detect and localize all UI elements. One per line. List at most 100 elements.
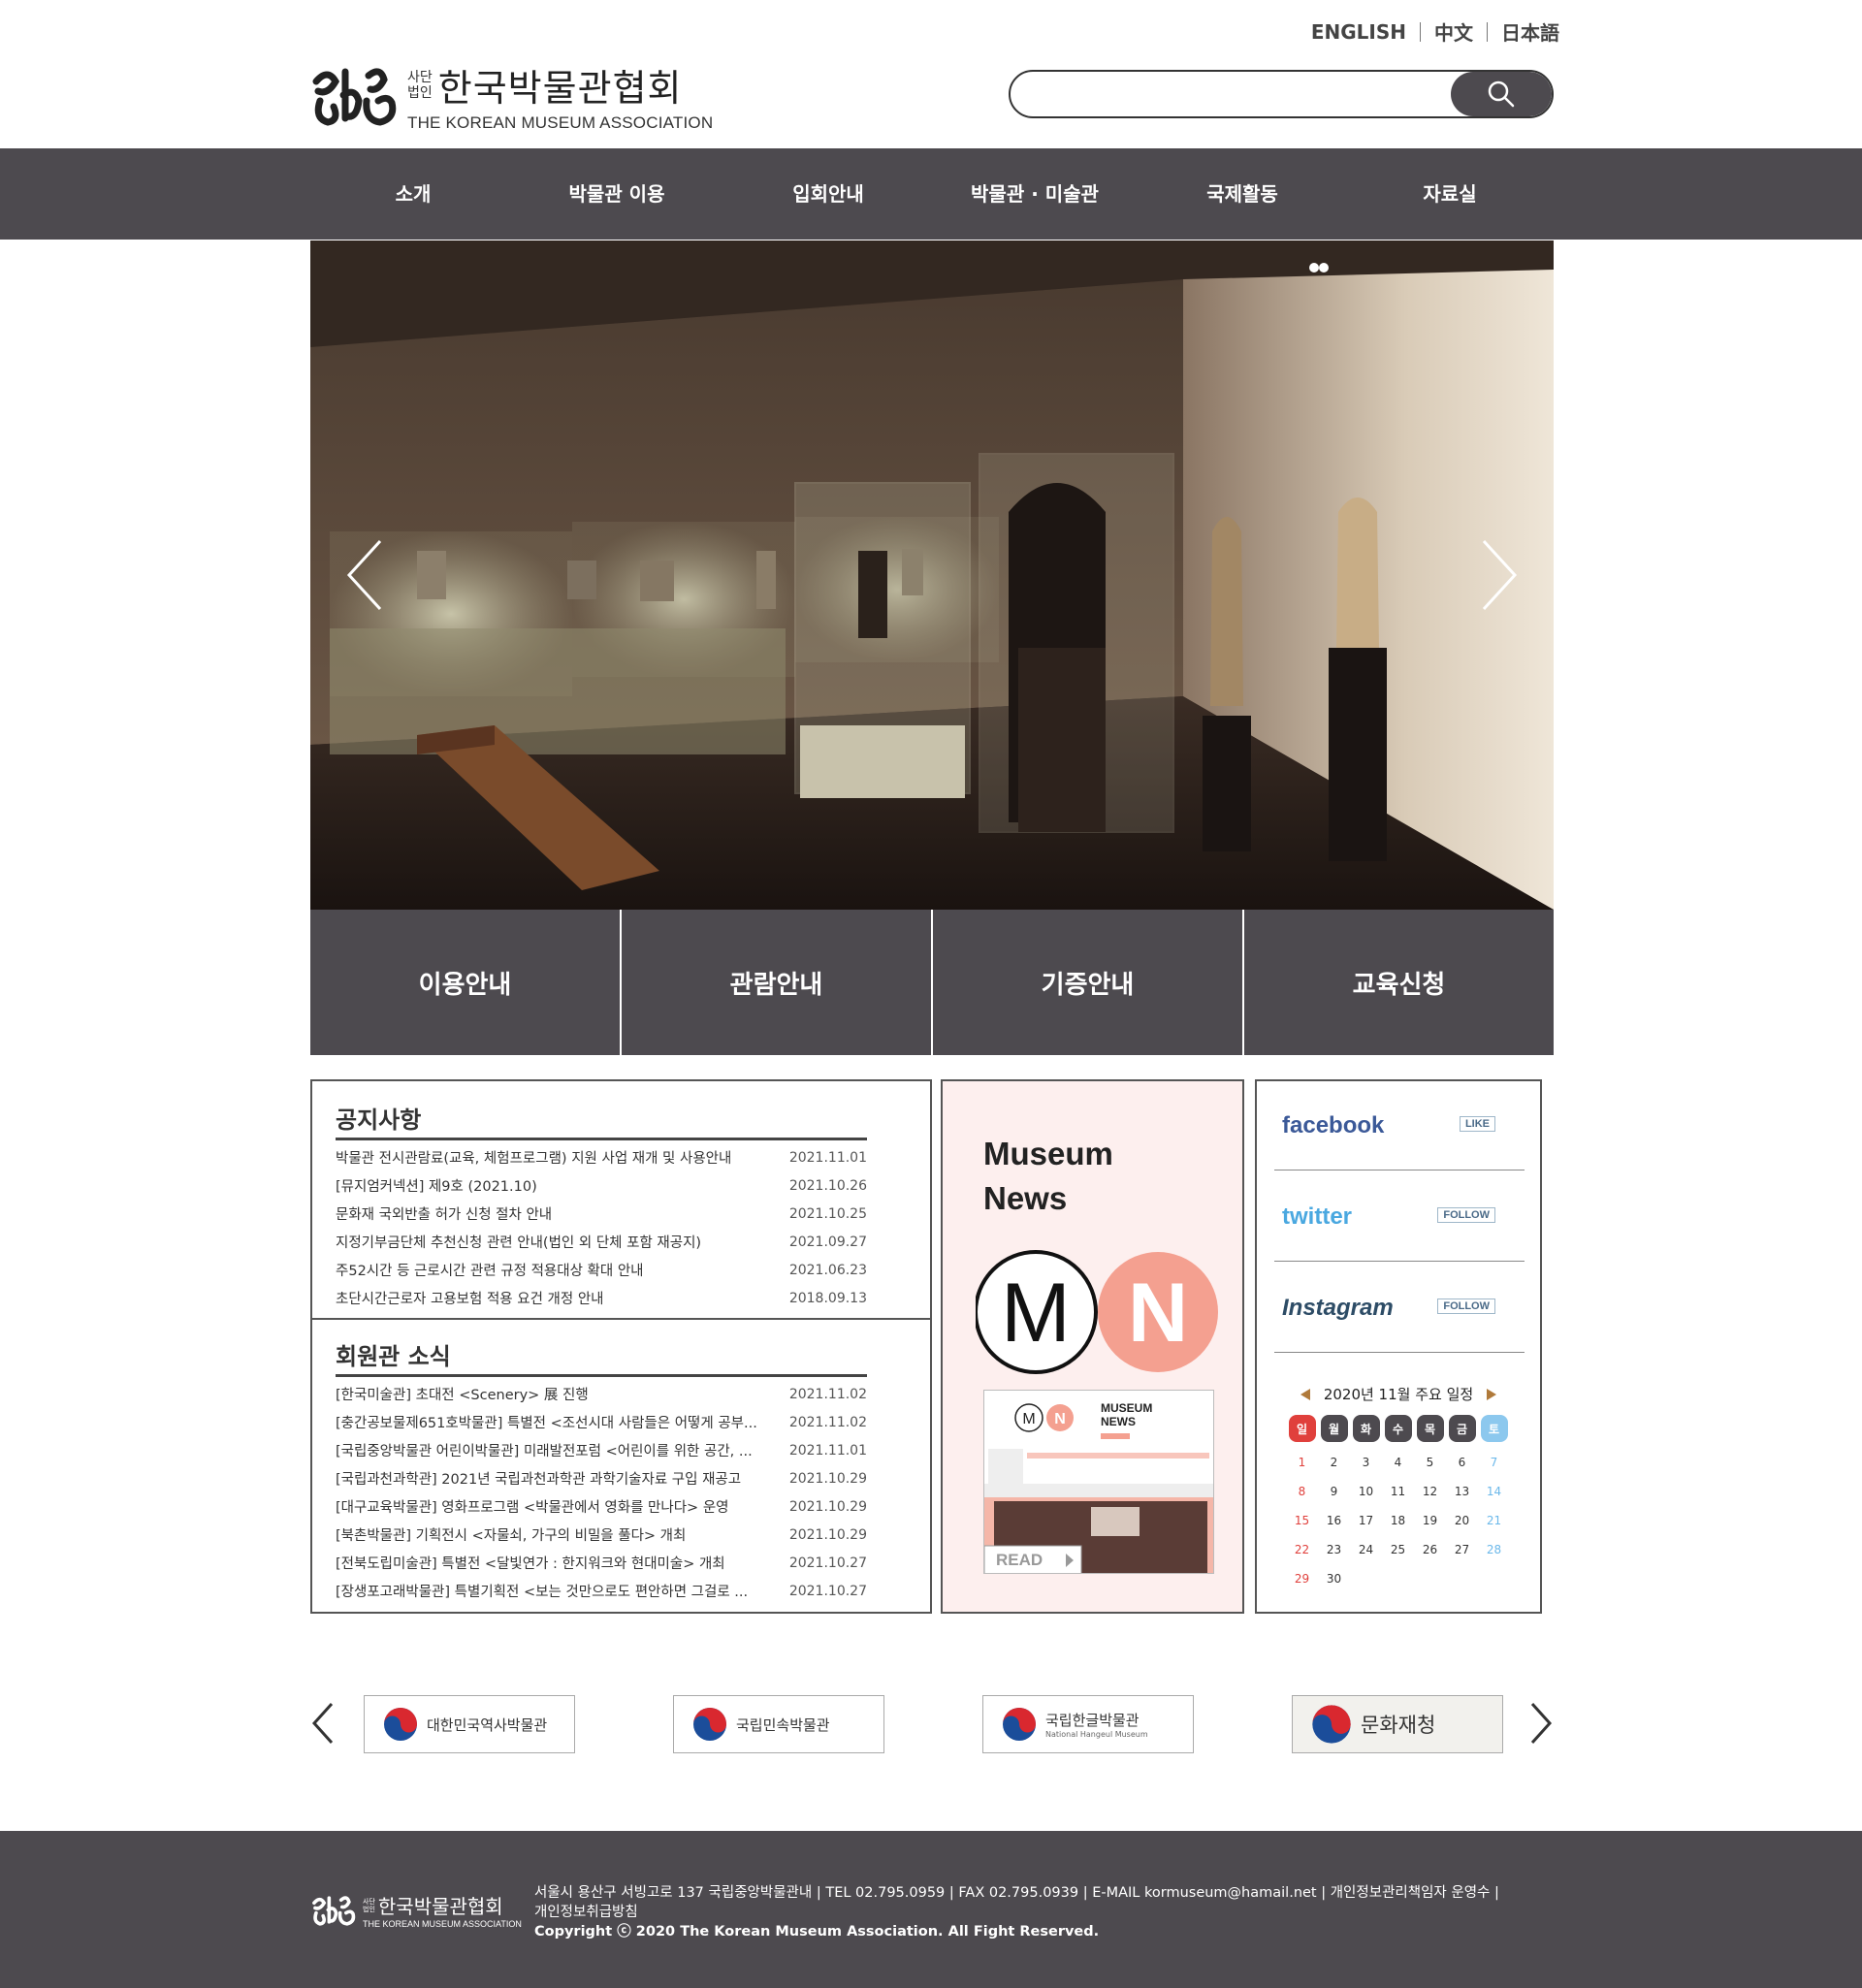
partner-logo-history-museum[interactable]: 대한민국역사박물관: [364, 1695, 575, 1753]
calendar-day[interactable]: 13: [1446, 1477, 1478, 1506]
calendar-day[interactable]: 7: [1478, 1448, 1510, 1477]
calendar-day[interactable]: 16: [1318, 1506, 1350, 1535]
calendar-day[interactable]: 6: [1446, 1448, 1478, 1477]
list-item-date: 2021.10.27: [788, 1555, 867, 1571]
facebook-like-button[interactable]: LIKE: [1459, 1116, 1495, 1132]
quick-links: 이용안내 관람안내 기증안내 교육신청: [310, 910, 1554, 1055]
instagram-follow-button[interactable]: FOLLOW: [1437, 1299, 1495, 1314]
list-item[interactable]: [장생포고래박물관] 특별기획전 <보는 것만으로도 편안하면 그걸로 ... 2…: [336, 1577, 867, 1605]
list-item[interactable]: 주52시간 등 근로시간 관련 규정 적용대상 확대 안내 2021.06.23: [336, 1256, 867, 1284]
partner-name: 문화재청: [1361, 1714, 1436, 1737]
list-item-title: [뮤지엄커넥션] 제9호 (2021.10): [336, 1179, 537, 1195]
quick-link-visit-guide[interactable]: 관람안내: [622, 910, 933, 1055]
site-logo[interactable]: 사단 법인 한국박물관협회 THE KOREAN MUSEUM ASSOCIAT…: [310, 58, 713, 133]
calendar-day[interactable]: 10: [1350, 1477, 1382, 1506]
calendar-day[interactable]: 23: [1318, 1535, 1350, 1564]
calendar-day[interactable]: 21: [1478, 1506, 1510, 1535]
twitter-follow-button[interactable]: FOLLOW: [1437, 1207, 1495, 1223]
calendar-prev-arrow-icon[interactable]: [1300, 1388, 1310, 1400]
notice-title[interactable]: 공지사항: [336, 1101, 421, 1135]
partner-logo-folk-museum[interactable]: 국립민속박물관: [673, 1695, 884, 1753]
quick-link-usage-guide[interactable]: 이용안내: [310, 910, 622, 1055]
partner-carousel: 대한민국역사박물관 국립민속박물관 국립한글박물관 National Hange…: [310, 1692, 1554, 1754]
calendar-day[interactable]: 24: [1350, 1535, 1382, 1564]
search-button[interactable]: [1451, 72, 1552, 116]
calendar-day[interactable]: 14: [1478, 1477, 1510, 1506]
calendar-day[interactable]: 29: [1286, 1564, 1318, 1593]
slider-prev-arrow-icon[interactable]: [339, 531, 398, 619]
slider-next-arrow-icon[interactable]: [1466, 531, 1525, 619]
list-item[interactable]: 박물관 전시관람료(교육, 체험프로그램) 지원 사업 재개 및 사용안내 202…: [336, 1143, 867, 1171]
calendar-day[interactable]: 12: [1414, 1477, 1446, 1506]
list-item-title: 초단시간근로자 고용보험 적용 요건 개정 안내: [336, 1292, 604, 1307]
calendar-day[interactable]: 28: [1478, 1535, 1510, 1564]
calendar-day[interactable]: 1: [1286, 1448, 1318, 1477]
lang-japanese[interactable]: 日本語: [1488, 17, 1559, 46]
search-input[interactable]: [1011, 72, 1457, 116]
social-row-facebook: facebook LIKE: [1274, 1081, 1525, 1170]
list-item-title: 박물관 전시관람료(교육, 체험프로그램) 지원 사업 재개 및 사용안내: [336, 1151, 732, 1167]
privacy-policy-link[interactable]: 개인정보취급방침: [534, 1903, 1543, 1922]
list-item[interactable]: [북촌박물관] 기획전시 <자물쇠, 가구의 비밀을 풀다> 개최 2021.10…: [336, 1521, 867, 1549]
calendar-day[interactable]: 25: [1382, 1535, 1414, 1564]
nav-item-membership[interactable]: 입회안내: [792, 148, 864, 240]
lang-english[interactable]: ENGLISH: [1298, 20, 1420, 44]
nav-item-museum-use[interactable]: 박물관 이용: [569, 148, 665, 240]
partner-logo-cultural-heritage[interactable]: 문화재청: [1292, 1695, 1503, 1753]
list-item-title: [북촌박물관] 기획전시 <자물쇠, 가구의 비밀을 풀다> 개최: [336, 1528, 687, 1544]
lang-chinese[interactable]: 中文: [1421, 17, 1487, 46]
quick-link-education-apply[interactable]: 교육신청: [1244, 910, 1554, 1055]
calendar-day[interactable]: 4: [1382, 1448, 1414, 1477]
members-news-section: 회원관 소식 [한국미술관] 초대전 <Scenery> 展 진행 2021.11…: [312, 1320, 930, 1612]
calendar-day[interactable]: 19: [1414, 1506, 1446, 1535]
partner-next-arrow-icon[interactable]: [1526, 1700, 1554, 1747]
list-item[interactable]: 초단시간근로자 고용보험 적용 요건 개정 안내 2018.09.13: [336, 1284, 867, 1312]
partner-prev-arrow-icon[interactable]: [310, 1700, 337, 1747]
calendar-day[interactable]: 18: [1382, 1506, 1414, 1535]
calendar-next-arrow-icon[interactable]: [1487, 1388, 1497, 1400]
list-item[interactable]: [국립과천과학관] 2021년 국립과천과학관 과학기술자료 구입 재공고 202…: [336, 1464, 867, 1492]
divider: [336, 1138, 867, 1140]
list-item[interactable]: [충간공보물제651호박물관] 특별전 <조선시대 사람들은 어떻게 공부...…: [336, 1408, 867, 1436]
calendar-weekday: 일: [1288, 1415, 1316, 1442]
list-item-title: [한국미술관] 초대전 <Scenery> 展 진행: [336, 1388, 589, 1403]
calendar-day[interactable]: 26: [1414, 1535, 1446, 1564]
footer-logo[interactable]: 사단 법인 한국박물관협회 THE KOREAN MUSEUM ASSOCIAT…: [310, 1891, 522, 1929]
list-item[interactable]: 지정기부금단체 추천신청 관련 안내(법인 외 단체 포함 재공지) 2021.0…: [336, 1228, 867, 1256]
calendar-day[interactable]: 15: [1286, 1506, 1318, 1535]
nav-item-intro[interactable]: 소개: [396, 148, 432, 240]
calendar-weekday: 수: [1384, 1415, 1412, 1442]
calendar-day[interactable]: 11: [1382, 1477, 1414, 1506]
calendar-day[interactable]: 20: [1446, 1506, 1478, 1535]
calendar-day[interactable]: 3: [1350, 1448, 1382, 1477]
list-item[interactable]: [대구교육박물관] 영화프로그램 <박물관에서 영화를 만나다> 운영 2021.…: [336, 1492, 867, 1521]
museum-news-card[interactable]: M N MUSEUM NEWS READ: [983, 1390, 1214, 1574]
museum-news-logo-icon: M N: [976, 1250, 1218, 1374]
read-button[interactable]: READ: [996, 1551, 1043, 1570]
facebook-icon[interactable]: facebook: [1282, 1112, 1384, 1139]
calendar-day[interactable]: 27: [1446, 1535, 1478, 1564]
footer-info: 서울시 용산구 서빙고로 137 국립중앙박물관내 | TEL 02.795.0…: [534, 1883, 1543, 1941]
list-item-date: 2021.11.01: [788, 1149, 867, 1166]
list-item[interactable]: [전북도립미술관] 특별전 <달빛연가 : 한지워크와 현대미술> 개최 2021…: [336, 1549, 867, 1577]
calendar-day[interactable]: 30: [1318, 1564, 1350, 1593]
list-item[interactable]: [뮤지엄커넥션] 제9호 (2021.10) 2021.10.26: [336, 1171, 867, 1200]
list-item[interactable]: 문화재 국외반출 허가 신청 절차 안내 2021.10.25: [336, 1200, 867, 1228]
calendar-day[interactable]: 9: [1318, 1477, 1350, 1506]
partner-logo-hangeul-museum[interactable]: 국립한글박물관 National Hangeul Museum: [982, 1695, 1194, 1753]
quick-link-donation-guide[interactable]: 기증안내: [933, 910, 1244, 1055]
calendar-day[interactable]: 22: [1286, 1535, 1318, 1564]
list-item[interactable]: [국립중앙박물관 어린이박물관] 미래발전포럼 <어린이를 위한 공간, ...…: [336, 1436, 867, 1464]
nav-item-international[interactable]: 국제활동: [1206, 148, 1278, 240]
calendar-day[interactable]: 17: [1350, 1506, 1382, 1535]
calendar-day[interactable]: 5: [1414, 1448, 1446, 1477]
instagram-icon[interactable]: Instagram: [1282, 1295, 1394, 1322]
members-news-title[interactable]: 회원관 소식: [336, 1337, 451, 1371]
nav-item-museums[interactable]: 박물관 · 미술관: [971, 148, 1099, 240]
calendar-day[interactable]: 2: [1318, 1448, 1350, 1477]
twitter-icon[interactable]: twitter: [1282, 1203, 1352, 1231]
calendar-day[interactable]: 8: [1286, 1477, 1318, 1506]
list-item[interactable]: [한국미술관] 초대전 <Scenery> 展 진행 2021.11.02: [336, 1380, 867, 1408]
members-news-list: [한국미술관] 초대전 <Scenery> 展 진행 2021.11.02 [충간공…: [336, 1380, 867, 1605]
nav-item-archive[interactable]: 자료실: [1423, 148, 1476, 240]
